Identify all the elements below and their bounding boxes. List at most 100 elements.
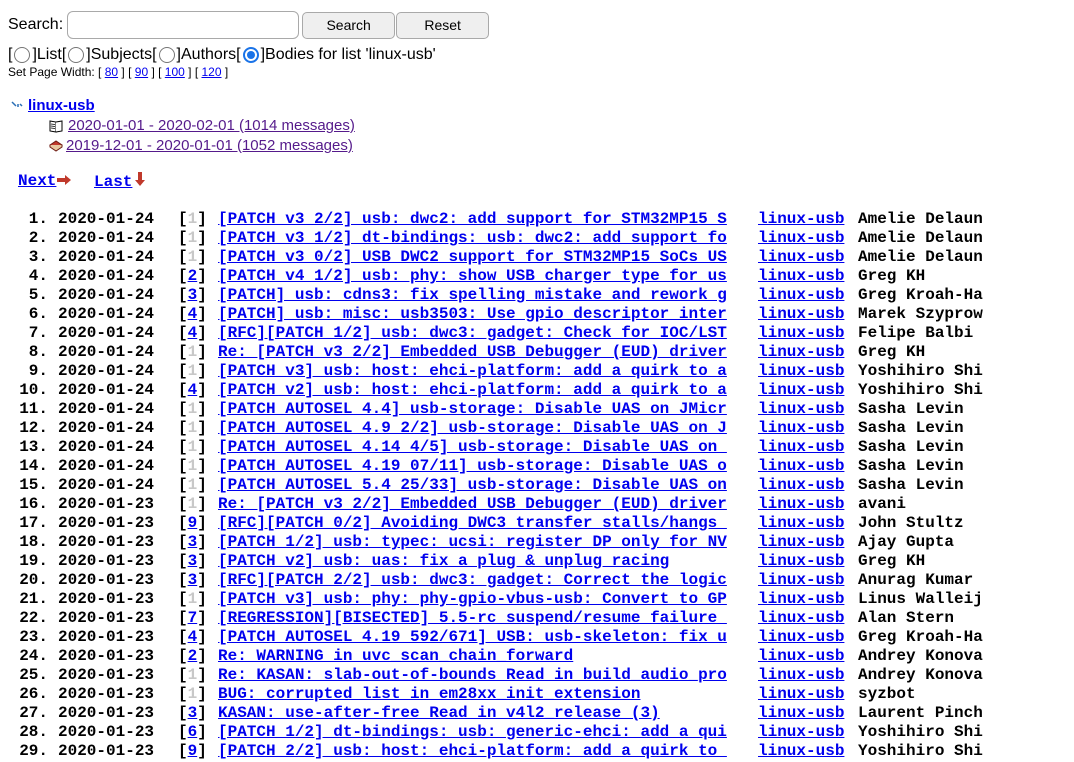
list-link[interactable]: linux-usb xyxy=(758,533,844,552)
subject-link[interactable]: KASAN: use-after-free Read in v4l2_relea… xyxy=(218,704,748,723)
subject-link[interactable]: Re: [PATCH v3 2/2] Embedded USB Debugger… xyxy=(218,343,748,362)
scope-radio-authors[interactable] xyxy=(158,47,175,63)
reply-count-link[interactable]: 3 xyxy=(188,704,198,722)
list-link[interactable]: linux-usb xyxy=(758,210,844,229)
subject-link[interactable]: [PATCH v3 2/2] usb: dwc2: add support fo… xyxy=(218,210,748,229)
list-link[interactable]: linux-usb xyxy=(758,343,844,362)
reply-count-link[interactable]: 1 xyxy=(188,666,198,684)
list-link[interactable]: linux-usb xyxy=(758,609,844,628)
subject-link[interactable]: [PATCH v3] usb: host: ehci-platform: add… xyxy=(218,362,748,381)
reply-count-link[interactable]: 3 xyxy=(188,286,198,304)
list-link[interactable]: linux-usb xyxy=(758,305,844,324)
list-link[interactable]: linux-usb xyxy=(758,647,844,666)
list-link[interactable]: linux-usb xyxy=(758,381,844,400)
list-link[interactable]: linux-usb xyxy=(758,666,844,685)
last-link[interactable]: Last xyxy=(94,173,132,191)
reply-count-link[interactable]: 7 xyxy=(188,609,198,627)
subject-link[interactable]: [RFC][PATCH 0/2] Avoiding DWC3 transfer … xyxy=(218,514,748,533)
subject-link[interactable]: [PATCH AUTOSEL 4.9 2/2] usb-storage: Dis… xyxy=(218,419,748,438)
reply-count-link[interactable]: 4 xyxy=(188,305,198,323)
list-link[interactable]: linux-usb xyxy=(758,514,844,533)
reply-count-link[interactable]: 2 xyxy=(188,267,198,285)
next-link[interactable]: Next xyxy=(18,172,56,190)
reply-count-link[interactable]: 3 xyxy=(188,533,198,551)
list-link[interactable]: linux-usb xyxy=(758,685,844,704)
list-link[interactable]: linux-usb xyxy=(758,476,844,495)
reply-count-link[interactable]: 1 xyxy=(188,457,198,475)
list-link[interactable]: linux-usb xyxy=(758,552,844,571)
subject-link[interactable]: [PATCH] usb: misc: usb3503: Use gpio des… xyxy=(218,305,748,324)
list-link[interactable]: linux-usb xyxy=(758,723,844,742)
list-link[interactable]: linux-usb xyxy=(758,400,844,419)
scope-radio-subjects[interactable] xyxy=(68,47,85,63)
archive-link-2019-12[interactable]: 2019-12-01 - 2020-01-01 (1052 messages) xyxy=(66,137,353,154)
subject-link[interactable]: BUG: corrupted list in em28xx_init_exten… xyxy=(218,685,748,704)
reply-count-link[interactable]: 1 xyxy=(188,248,198,266)
reply-count-link[interactable]: 1 xyxy=(188,362,198,380)
subject-link[interactable]: [PATCH AUTOSEL 4.4] usb-storage: Disable… xyxy=(218,400,748,419)
reply-count-link[interactable]: 4 xyxy=(188,324,198,342)
subject-link[interactable]: [RFC][PATCH 1/2] usb: dwc3: gadget: Chec… xyxy=(218,324,748,343)
subject-link[interactable]: [PATCH AUTOSEL 5.4 25/33] usb-storage: D… xyxy=(218,476,748,495)
reply-count-link[interactable]: 9 xyxy=(188,514,198,532)
page-width-90[interactable]: 90 xyxy=(135,65,148,79)
list-link[interactable]: linux-usb xyxy=(758,267,844,286)
subject-link[interactable]: [PATCH 1/2] dt-bindings: usb: generic-eh… xyxy=(218,723,748,742)
page-width-80[interactable]: 80 xyxy=(105,65,118,79)
page-width-120[interactable]: 120 xyxy=(202,65,222,79)
reply-count-link[interactable]: 1 xyxy=(188,419,198,437)
reset-button[interactable]: Reset xyxy=(396,11,490,39)
reply-count-link[interactable]: 1 xyxy=(188,229,198,247)
list-link[interactable]: linux-usb xyxy=(758,362,844,381)
subject-link[interactable]: [PATCH] usb: cdns3: fix spelling mistake… xyxy=(218,286,748,305)
list-link[interactable]: linux-usb xyxy=(758,248,844,267)
list-link[interactable]: linux-usb xyxy=(758,229,844,248)
search-button[interactable]: Search xyxy=(302,11,396,39)
subject-link[interactable]: [PATCH 1/2] usb: typec: ucsi: register D… xyxy=(218,533,748,552)
list-link[interactable]: linux-usb xyxy=(758,457,844,476)
subject-link[interactable]: [PATCH v2] usb: host: ehci-platform: add… xyxy=(218,381,748,400)
reply-count-link[interactable]: 1 xyxy=(188,685,198,703)
reply-count-link[interactable]: 1 xyxy=(188,495,198,513)
reply-count-link[interactable]: 1 xyxy=(188,210,198,228)
list-link[interactable]: linux-usb xyxy=(758,742,844,761)
subject-link[interactable]: [PATCH v4 1/2] usb: phy: show USB charge… xyxy=(218,267,748,286)
reply-count-link[interactable]: 4 xyxy=(188,381,198,399)
list-link[interactable]: linux-usb xyxy=(758,419,844,438)
list-link[interactable]: linux-usb xyxy=(758,571,844,590)
reply-count-link[interactable]: 6 xyxy=(188,723,198,741)
reply-count-link[interactable]: 1 xyxy=(188,343,198,361)
reply-count-link[interactable]: 3 xyxy=(188,552,198,570)
archive-link-2020-01[interactable]: 2020-01-01 - 2020-02-01 (1014 messages) xyxy=(68,117,355,134)
list-link[interactable]: linux-usb xyxy=(758,495,844,514)
subject-link[interactable]: [PATCH v3 1/2] dt-bindings: usb: dwc2: a… xyxy=(218,229,748,248)
search-input[interactable] xyxy=(67,11,300,39)
reply-count-link[interactable]: 1 xyxy=(188,438,198,456)
subject-link[interactable]: [RFC][PATCH 2/2] usb: dwc3: gadget: Corr… xyxy=(218,571,748,590)
list-link[interactable]: linux-usb xyxy=(758,286,844,305)
list-link[interactable]: linux-usb xyxy=(758,438,844,457)
subject-link[interactable]: [PATCH 2/2] usb: host: ehci-platform: ad… xyxy=(218,742,748,761)
list-link-linux-usb[interactable]: linux-usb xyxy=(28,97,95,114)
list-link[interactable]: linux-usb xyxy=(758,590,844,609)
reply-count-link[interactable]: 1 xyxy=(188,590,198,608)
reply-count-link[interactable]: 3 xyxy=(188,571,198,589)
subject-link[interactable]: Re: [PATCH v3 2/2] Embedded USB Debugger… xyxy=(218,495,748,514)
subject-link[interactable]: [PATCH v3] usb: phy: phy-gpio-vbus-usb: … xyxy=(218,590,748,609)
subject-link[interactable]: [PATCH AUTOSEL 4.19 07/11] usb-storage: … xyxy=(218,457,748,476)
reply-count-link[interactable]: 1 xyxy=(188,476,198,494)
scope-radio-list[interactable] xyxy=(14,47,31,63)
subject-link[interactable]: Re: KASAN: slab-out-of-bounds Read in bu… xyxy=(218,666,748,685)
subject-link[interactable]: [PATCH v2] usb: uas: fix a plug & unplug… xyxy=(218,552,748,571)
subject-link[interactable]: [REGRESSION][BISECTED] 5.5-rc suspend/re… xyxy=(218,609,748,628)
reply-count-link[interactable]: 9 xyxy=(188,742,198,760)
reply-count-link[interactable]: 2 xyxy=(188,647,198,665)
list-link[interactable]: linux-usb xyxy=(758,704,844,723)
reply-count-link[interactable]: 4 xyxy=(188,628,198,646)
subject-link[interactable]: [PATCH v3 0/2] USB DWC2 support for STM3… xyxy=(218,248,748,267)
subject-link[interactable]: Re: WARNING in uvc_scan_chain_forward xyxy=(218,647,748,666)
subject-link[interactable]: [PATCH AUTOSEL 4.19 592/671] USB: usb-sk… xyxy=(218,628,748,647)
list-link[interactable]: linux-usb xyxy=(758,324,844,343)
list-link[interactable]: linux-usb xyxy=(758,628,844,647)
reply-count-link[interactable]: 1 xyxy=(188,400,198,418)
